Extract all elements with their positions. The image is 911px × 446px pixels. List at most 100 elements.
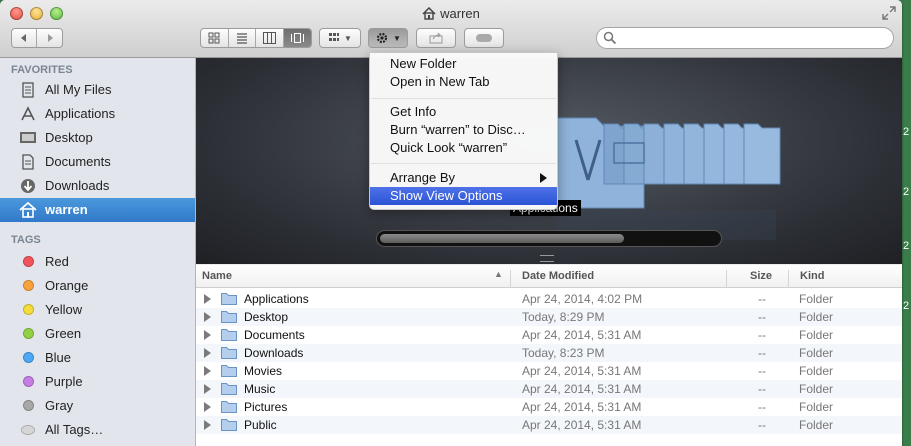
- fullscreen-icon[interactable]: [882, 6, 896, 20]
- sidebar-item-label: Red: [45, 254, 69, 269]
- sidebar-item-label: warren: [45, 202, 88, 217]
- tag-dot-icon: [23, 304, 34, 315]
- sidebar-tag-purple[interactable]: Purple: [0, 370, 195, 394]
- tag-icon: [476, 34, 492, 42]
- favorites-header: FAVORITES: [11, 64, 73, 76]
- coverflow-scrollbar[interactable]: [376, 230, 722, 247]
- tag-dot-icon: [23, 352, 34, 363]
- sidebar-tag-gray[interactable]: Gray: [0, 394, 195, 418]
- sidebar-tag-yellow[interactable]: Yellow: [0, 298, 195, 322]
- sidebar-item-label: Gray: [45, 398, 74, 413]
- sidebar-item-documents[interactable]: Documents: [0, 150, 195, 174]
- column-kind[interactable]: Kind: [800, 270, 824, 282]
- sidebar-tag-green[interactable]: Green: [0, 322, 195, 346]
- sidebar-item-desktop[interactable]: Desktop: [0, 126, 195, 150]
- action-menu: New Folder Open in New Tab Get Info Burn…: [369, 52, 558, 210]
- disclosure-triangle-icon[interactable]: [204, 330, 211, 340]
- list-item[interactable]: Pictures Apr 24, 2014, 5:31 AM -- Folder: [196, 398, 902, 416]
- list-item[interactable]: Desktop Today, 8:29 PM -- Folder: [196, 308, 902, 326]
- documents-icon: [19, 154, 37, 170]
- disclosure-triangle-icon[interactable]: [204, 402, 211, 412]
- menu-item-quick-look[interactable]: Quick Look “warren”: [370, 139, 557, 157]
- back-button[interactable]: [12, 29, 38, 47]
- sidebar-item-label: Orange: [45, 278, 89, 293]
- menu-separator: [371, 163, 556, 164]
- sidebar-item-applications[interactable]: Applications: [0, 102, 195, 126]
- sidebar-item-label: Downloads: [45, 178, 110, 193]
- list-item[interactable]: Movies Apr 24, 2014, 5:31 AM -- Folder: [196, 362, 902, 380]
- coverflow-scroll-thumb[interactable]: [380, 234, 624, 243]
- sidebar-item-label: Desktop: [45, 130, 93, 145]
- disclosure-triangle-icon[interactable]: [204, 348, 211, 358]
- view-mode-control: [200, 28, 312, 48]
- share-button[interactable]: [416, 28, 456, 48]
- sidebar-item-label: Green: [45, 326, 82, 341]
- menu-item-open-in-new-tab[interactable]: Open in New Tab: [370, 73, 557, 91]
- desktop-edge-text: 2: [903, 126, 910, 138]
- gear-icon: [376, 32, 388, 44]
- list-item[interactable]: Applications Apr 24, 2014, 4:02 PM -- Fo…: [196, 290, 902, 308]
- forward-button[interactable]: [37, 29, 62, 47]
- search-input[interactable]: [621, 30, 885, 48]
- column-size[interactable]: Size: [750, 270, 772, 282]
- list-item[interactable]: Music Apr 24, 2014, 5:31 AM -- Folder: [196, 380, 902, 398]
- sidebar-item-warren[interactable]: warren: [0, 198, 195, 222]
- list-view-button[interactable]: [229, 29, 256, 47]
- menu-item-get-info[interactable]: Get Info: [370, 103, 557, 121]
- all-files-icon: [19, 82, 37, 98]
- titlebar: warren ▼ ▼: [0, 0, 902, 58]
- coverflow-view-button[interactable]: [283, 29, 311, 47]
- folder-icon: [743, 123, 781, 185]
- column-date-modified[interactable]: Date Modified: [522, 270, 594, 282]
- list-view-icon: [236, 33, 247, 44]
- action-button[interactable]: ▼: [368, 28, 408, 48]
- list-item[interactable]: Public Apr 24, 2014, 5:31 AM -- Folder: [196, 416, 902, 434]
- tag-button[interactable]: [464, 28, 504, 48]
- desktop-icon: [19, 130, 37, 146]
- menu-separator: [371, 98, 556, 99]
- disclosure-triangle-icon[interactable]: [204, 420, 211, 430]
- column-view-button[interactable]: [256, 29, 284, 47]
- home-icon: [19, 201, 37, 218]
- folder-icon: [221, 328, 237, 341]
- all-tags-icon: [21, 425, 35, 435]
- back-arrow-icon: [21, 34, 26, 42]
- folder-icon: [221, 400, 237, 413]
- disclosure-triangle-icon[interactable]: [204, 312, 211, 322]
- folder-icon: [221, 418, 237, 431]
- sidebar-item-label: Blue: [45, 350, 72, 365]
- folder-icon: [221, 382, 237, 395]
- disclosure-triangle-icon[interactable]: [204, 384, 211, 394]
- file-list: Name ▲ Date Modified Size Kind Applicati…: [196, 265, 902, 446]
- menu-item-new-folder[interactable]: New Folder: [370, 55, 557, 73]
- forward-arrow-icon: [47, 34, 53, 42]
- folder-icon: [221, 346, 237, 359]
- sidebar-tag-red[interactable]: Red: [0, 250, 195, 274]
- sidebar-tag-all-tags[interactable]: All Tags…: [0, 418, 195, 442]
- menu-item-show-view-options[interactable]: Show View Options: [370, 187, 557, 205]
- sidebar-tag-orange[interactable]: Orange: [0, 274, 195, 298]
- column-view-icon: [262, 32, 276, 44]
- disclosure-triangle-icon[interactable]: [204, 294, 211, 304]
- sidebar-tag-blue[interactable]: Blue: [0, 346, 195, 370]
- folder-icon: [221, 364, 237, 377]
- tag-dot-icon: [23, 280, 34, 291]
- menu-item-burn-to-disc[interactable]: Burn “warren” to Disc…: [370, 121, 557, 139]
- sidebar-item-all-my-files[interactable]: All My Files: [0, 78, 195, 102]
- desktop-edge-text: 2: [903, 240, 910, 252]
- applications-icon: [19, 106, 37, 122]
- list-item[interactable]: Documents Apr 24, 2014, 5:31 AM -- Folde…: [196, 326, 902, 344]
- list-item[interactable]: Downloads Today, 8:23 PM -- Folder: [196, 344, 902, 362]
- disclosure-triangle-icon[interactable]: [204, 366, 211, 376]
- menu-item-arrange-by[interactable]: Arrange By: [370, 169, 557, 187]
- tag-dot-icon: [23, 400, 34, 411]
- column-name[interactable]: Name: [202, 270, 232, 282]
- icon-view-button[interactable]: [201, 29, 229, 47]
- menu-item-label: Arrange By: [390, 170, 456, 185]
- search-field[interactable]: [596, 27, 894, 49]
- arrange-button[interactable]: ▼: [319, 28, 361, 48]
- sidebar-item-label: Documents: [45, 154, 111, 169]
- splitter-handle[interactable]: [540, 255, 554, 262]
- sidebar-item-downloads[interactable]: Downloads: [0, 174, 195, 198]
- sidebar: FAVORITES All My Files Applications Desk…: [0, 58, 196, 446]
